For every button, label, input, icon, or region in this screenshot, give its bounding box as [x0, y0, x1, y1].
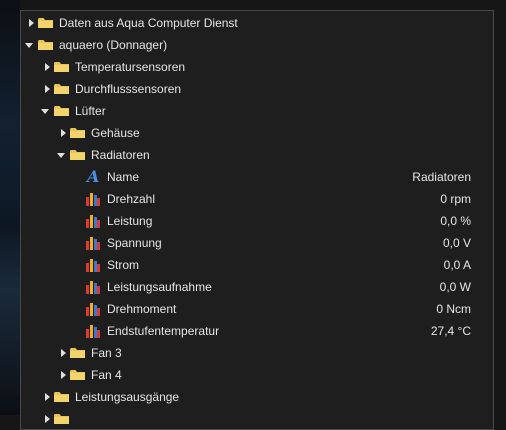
folder-icon	[54, 84, 69, 94]
property-label: Strom	[107, 258, 140, 272]
expand-arrow-icon[interactable]	[43, 78, 53, 100]
tree-item-flow-sensors[interactable]: Durchflusssensoren	[21, 78, 493, 100]
tree-item-partial[interactable]	[21, 408, 493, 429]
tree-item-label: Gehäuse	[91, 126, 140, 140]
property-row-drehzahl[interactable]: Drehzahl 0 rpm	[21, 188, 493, 210]
bar-chart-icon	[86, 193, 100, 206]
property-value: 0,0 V	[442, 236, 471, 250]
expand-arrow-icon[interactable]	[43, 408, 53, 429]
bar-chart-icon	[86, 325, 100, 338]
property-label: Spannung	[107, 236, 162, 250]
collapse-arrow-icon[interactable]	[24, 34, 34, 56]
property-value: 0 rpm	[440, 192, 471, 206]
folder-icon	[70, 128, 85, 138]
tree-item-label: Fan 3	[91, 346, 122, 360]
tree-panel: Daten aus Aqua Computer Dienst aquaero (…	[20, 10, 494, 430]
tree-item-fans[interactable]: Lüfter	[21, 100, 493, 122]
property-row-endstufentemperatur[interactable]: Endstufentemperatur 27,4 °C	[21, 320, 493, 342]
property-value: 0 Ncm	[436, 302, 471, 316]
tree-item-fan3[interactable]: Fan 3	[21, 342, 493, 364]
folder-open-icon	[38, 40, 53, 50]
tree-item-label: aquaero (Donnager)	[59, 38, 168, 52]
tree-item-label: Radiatoren	[91, 148, 150, 162]
tree-item-label: Daten aus Aqua Computer Dienst	[59, 16, 238, 30]
property-row-leistung[interactable]: Leistung 0,0 %	[21, 210, 493, 232]
property-label: Name	[107, 170, 140, 184]
tree-item-temp-sensors[interactable]: Temperatursensoren	[21, 56, 493, 78]
tree-item-label: Fan 4	[91, 368, 122, 382]
tree-item-root[interactable]: Daten aus Aqua Computer Dienst	[21, 12, 493, 34]
property-label: Endstufentemperatur	[107, 324, 220, 338]
name-icon: A	[87, 167, 100, 186]
property-row-leistungsaufnahme[interactable]: Leistungsaufnahme 0,0 W	[21, 276, 493, 298]
tree-item-fan4[interactable]: Fan 4	[21, 364, 493, 386]
property-label: Drehmoment	[107, 302, 177, 316]
property-label: Drehzahl	[107, 192, 156, 206]
bar-chart-icon	[86, 237, 100, 250]
bar-chart-icon	[86, 303, 100, 316]
tree-item-case[interactable]: Gehäuse	[21, 122, 493, 144]
expand-arrow-icon[interactable]	[43, 56, 53, 78]
bar-chart-icon	[86, 259, 100, 272]
bar-chart-icon	[86, 215, 100, 228]
tree-item-radiators[interactable]: Radiatoren	[21, 144, 493, 166]
folder-icon	[38, 18, 53, 28]
tree-item-label: Temperatursensoren	[75, 60, 186, 74]
property-label: Leistung	[107, 214, 153, 228]
property-value: 27,4 °C	[430, 324, 471, 338]
folder-open-icon	[70, 150, 85, 160]
tree-item-label: Leistungsausgänge	[75, 390, 180, 404]
property-row-strom[interactable]: Strom 0,0 A	[21, 254, 493, 276]
expand-arrow-icon[interactable]	[59, 364, 69, 386]
collapse-arrow-icon[interactable]	[56, 144, 66, 166]
bar-chart-icon	[86, 281, 100, 294]
collapse-arrow-icon[interactable]	[40, 100, 50, 122]
background-strip	[0, 0, 20, 415]
folder-icon	[54, 62, 69, 72]
property-value: 0,0 A	[443, 258, 471, 272]
folder-open-icon	[54, 106, 69, 116]
tree-item-device[interactable]: aquaero (Donnager)	[21, 34, 493, 56]
folder-icon	[70, 370, 85, 380]
folder-icon	[70, 348, 85, 358]
tree-item-power-outputs[interactable]: Leistungsausgänge	[21, 386, 493, 408]
property-row-drehmoment[interactable]: Drehmoment 0 Ncm	[21, 298, 493, 320]
tree-item-label: Lüfter	[75, 104, 106, 118]
expand-arrow-icon[interactable]	[27, 12, 37, 34]
property-row-name[interactable]: A Name Radiatoren	[21, 166, 493, 188]
expand-arrow-icon[interactable]	[59, 342, 69, 364]
property-label: Leistungsaufnahme	[107, 280, 212, 294]
folder-icon	[54, 392, 69, 402]
property-value: 0,0 %	[440, 214, 471, 228]
property-value: 0,0 W	[439, 280, 471, 294]
expand-arrow-icon[interactable]	[43, 386, 53, 408]
property-row-spannung[interactable]: Spannung 0,0 V	[21, 232, 493, 254]
property-value: Radiatoren	[412, 170, 471, 184]
tree-item-label: Durchflusssensoren	[75, 82, 182, 96]
expand-arrow-icon[interactable]	[59, 122, 69, 144]
